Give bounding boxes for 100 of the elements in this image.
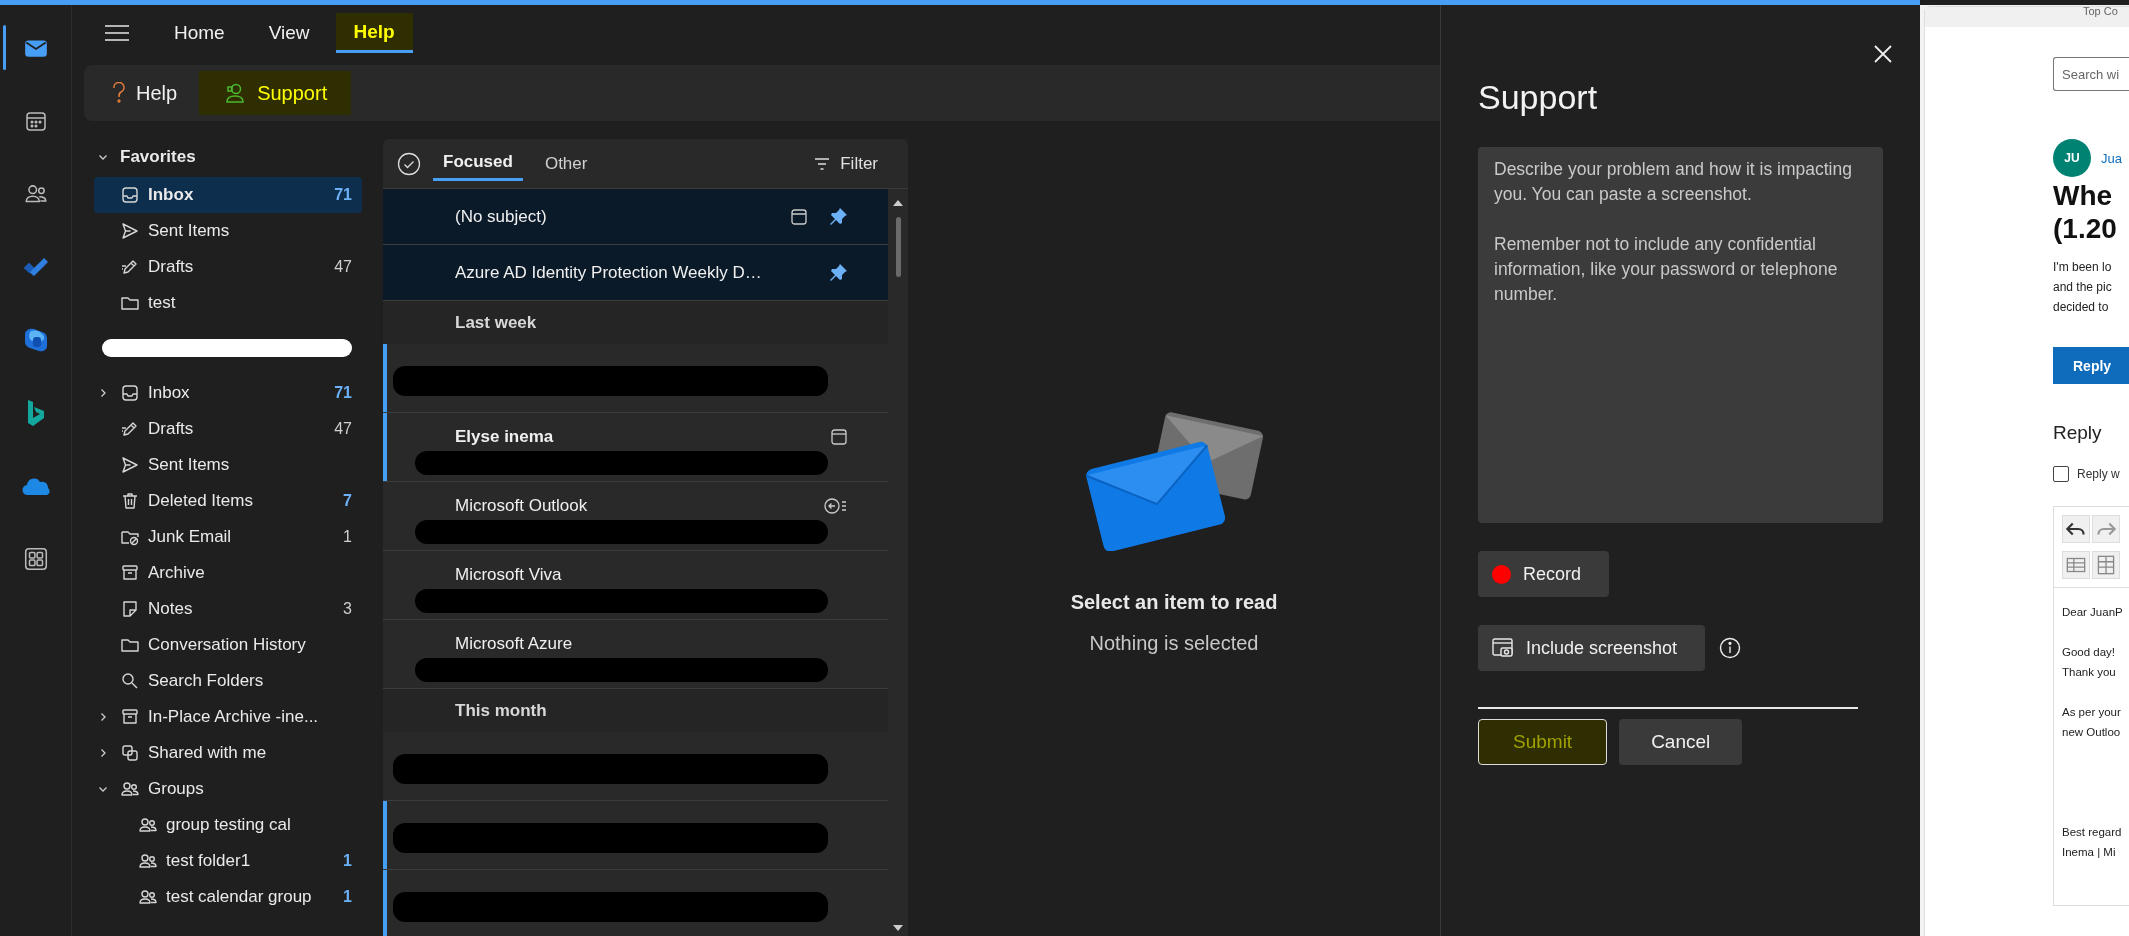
cancel-button[interactable]: Cancel bbox=[1619, 719, 1743, 765]
user-avatar: JU bbox=[2053, 139, 2091, 177]
filter-button[interactable]: Filter bbox=[808, 152, 884, 175]
message-sender: Microsoft Outlook bbox=[455, 496, 588, 516]
search-field[interactable]: Search wi bbox=[2053, 57, 2129, 91]
folder-label: Archive bbox=[148, 563, 206, 583]
folder-label: Deleted Items bbox=[148, 491, 254, 511]
message-sender: Elyse inema bbox=[455, 427, 554, 447]
folder-label: Inbox bbox=[148, 383, 191, 403]
checkbox[interactable] bbox=[2053, 466, 2069, 482]
reply-editor[interactable]: Dear JuanP Good day! Thank you As per your new Outloo Best regard Inema | Mi bbox=[2053, 506, 2129, 906]
help-button[interactable]: Help bbox=[102, 71, 188, 115]
folder-label: Sent Items bbox=[148, 221, 231, 241]
message-row[interactable]: Microsoft Azure bbox=[383, 620, 888, 689]
folder-label: test calendar group bbox=[166, 887, 313, 907]
folder-item[interactable]: Junk Email 1 bbox=[94, 519, 362, 555]
note-icon bbox=[120, 599, 140, 619]
editor-text: Good day! bbox=[2062, 645, 2117, 660]
folder-item[interactable]: Groups bbox=[94, 771, 362, 807]
folder-item[interactable]: Drafts 47 bbox=[94, 249, 362, 285]
message-row[interactable]: Azure AD Identity Protection Weekly D… bbox=[383, 245, 888, 301]
description-field[interactable]: Describe your problem and how it is impacting you. You can paste a screenshot. Remember not to include any confidential information, like your password or telephone number. bbox=[1478, 147, 1883, 523]
pin-icon[interactable] bbox=[828, 262, 848, 283]
scroll-down-icon[interactable] bbox=[893, 924, 903, 932]
folder-label: Sent Items bbox=[148, 455, 231, 475]
favorites-header[interactable]: Favorites bbox=[94, 139, 362, 175]
message-row[interactable]: Microsoft Outlook bbox=[383, 482, 888, 551]
folder-item[interactable]: Deleted Items 7 bbox=[94, 483, 362, 519]
unread-count: 7 bbox=[343, 492, 353, 510]
folder-item[interactable]: Conversation History bbox=[94, 627, 362, 663]
folder-label: Shared with me bbox=[148, 743, 268, 763]
archive-icon bbox=[120, 563, 140, 583]
folder-item[interactable]: Sent Items bbox=[94, 447, 362, 483]
group-icon bbox=[138, 887, 158, 907]
inbox-tab[interactable]: Focused bbox=[433, 146, 523, 181]
post-text: I'm been lo bbox=[2053, 259, 2112, 276]
info-icon[interactable] bbox=[1719, 637, 1742, 659]
editor-text: Best regard bbox=[2062, 825, 2123, 840]
checkbox-label: Reply w bbox=[2077, 467, 2120, 481]
inbox-tab[interactable]: Other bbox=[534, 147, 598, 180]
post-title: Whe bbox=[2053, 179, 2114, 212]
ribbon-tab[interactable]: View bbox=[250, 13, 328, 53]
folder-item[interactable]: test folder1 1 bbox=[94, 843, 362, 879]
folder-item[interactable]: Sent Items bbox=[94, 213, 362, 249]
table-icon[interactable] bbox=[2092, 551, 2120, 579]
select-all-icon[interactable] bbox=[397, 151, 421, 176]
record-button[interactable]: Record bbox=[1478, 551, 1610, 597]
trash-icon bbox=[120, 491, 140, 511]
post-title: (1.20 bbox=[2053, 212, 2117, 245]
message-row[interactable]: Elyse inema bbox=[383, 413, 888, 482]
menu-icon[interactable] bbox=[104, 23, 130, 43]
table-icon[interactable] bbox=[2062, 551, 2090, 579]
folder-label: Drafts bbox=[148, 419, 195, 439]
reply-button[interactable]: Reply bbox=[2053, 347, 2129, 384]
folder-item[interactable]: Notes 3 bbox=[94, 591, 362, 627]
group-heading: Last week bbox=[455, 312, 537, 333]
folder-item[interactable]: test bbox=[94, 285, 362, 321]
post-text: decided to bbox=[2053, 299, 2110, 316]
folder-item[interactable]: Archive bbox=[94, 555, 362, 591]
folder-item[interactable]: Inbox 71 bbox=[94, 375, 362, 411]
message-sender: Microsoft Azure bbox=[455, 634, 573, 654]
submit-button[interactable]: Submit bbox=[1478, 719, 1608, 765]
record-dot-icon bbox=[1492, 564, 1511, 584]
unread-count: 1 bbox=[343, 528, 353, 546]
folder-item[interactable]: test calendar group 1 bbox=[94, 879, 362, 915]
folder-label: Notes bbox=[148, 599, 194, 619]
ribbon-tab[interactable]: Home bbox=[156, 13, 243, 53]
author-link[interactable]: Jua bbox=[2101, 150, 2122, 166]
unread-count: 1 bbox=[343, 852, 353, 870]
folder-item[interactable]: group testing cal bbox=[94, 807, 362, 843]
search-icon bbox=[120, 671, 140, 691]
folder-label: In-Place Archive -ine... bbox=[148, 707, 320, 727]
pin-icon[interactable] bbox=[828, 206, 848, 227]
support-button[interactable]: Support bbox=[199, 71, 352, 115]
folder-item[interactable]: Drafts 47 bbox=[94, 411, 362, 447]
empty-state-subtitle: Nothing is selected bbox=[1089, 631, 1259, 655]
scroll-up-icon[interactable] bbox=[893, 199, 903, 207]
reply-heading: Reply bbox=[2053, 422, 2102, 444]
inbox-icon bbox=[120, 185, 140, 205]
question-mark-icon bbox=[112, 82, 126, 104]
group-icon bbox=[138, 851, 158, 871]
folder-item[interactable]: In-Place Archive -ine... bbox=[94, 699, 362, 735]
folder-item[interactable]: Search Folders bbox=[94, 663, 362, 699]
message-row[interactable]: Microsoft Viva bbox=[383, 551, 888, 620]
folder-item[interactable]: Shared with me bbox=[94, 735, 362, 771]
panel-title: Support bbox=[1478, 78, 1599, 117]
folder-label: Inbox bbox=[148, 185, 195, 205]
apps-grid-icon bbox=[22, 545, 49, 572]
folder-item[interactable]: Inbox 71 bbox=[94, 177, 362, 213]
editor-text: Inema | Mi bbox=[2062, 845, 2117, 860]
undo-icon[interactable] bbox=[2062, 515, 2090, 543]
close-icon[interactable] bbox=[1873, 44, 1893, 64]
message-row[interactable]: (No subject) bbox=[383, 189, 888, 245]
group-icon bbox=[120, 779, 140, 799]
include-screenshot-button[interactable]: Include screenshot bbox=[1478, 625, 1706, 671]
folder-label: test folder1 bbox=[166, 851, 252, 871]
ribbon-tab[interactable]: Help bbox=[335, 13, 413, 53]
folder-label: Search Folders bbox=[148, 671, 265, 691]
unread-count: 71 bbox=[334, 186, 353, 204]
message-sender: Azure AD Identity Protection Weekly D… bbox=[455, 262, 762, 283]
